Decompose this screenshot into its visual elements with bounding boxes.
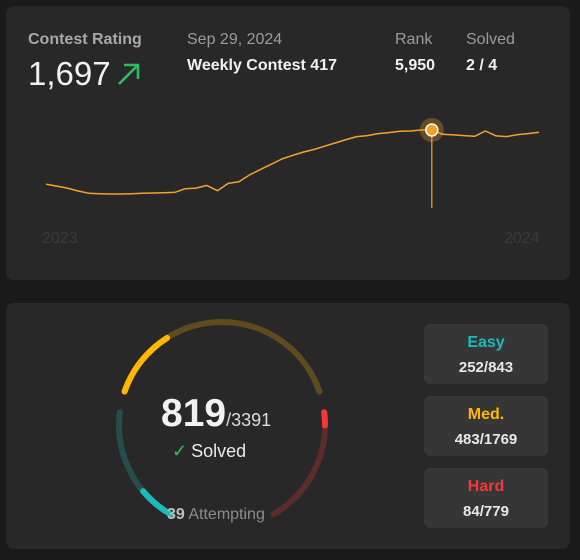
checkmark-icon: ✓ [172,441,188,461]
total-problems: /3391 [226,410,272,430]
solved-status-label: Solved [191,441,247,461]
hard-label: Hard [467,478,505,495]
solved-number: 819 [161,392,227,435]
easy-difficulty-box[interactable]: Easy 252/843 [424,324,548,384]
attempting-number: 39 [167,506,185,523]
medium-progress-arc [121,334,171,395]
medium-difficulty-box[interactable]: Med. 483/1769 [424,396,548,456]
solved-status: ✓ Solved [172,441,246,462]
easy-label: Easy [467,334,505,351]
hard-progress-arc [321,409,329,429]
medium-count: 483/1769 [454,431,518,448]
hard-count: 84/779 [463,503,509,520]
x-tick-label: 2024 [504,230,540,247]
attempting-label: Attempting [188,506,265,523]
medium-label: Med. [467,406,505,423]
rating-line [45,129,540,195]
hard-difficulty-box[interactable]: Hard 84/779 [424,468,548,528]
hard-track-arc [270,409,328,518]
contest-rating-card: Contest Rating 1,697 Sep 29, 2024 Weekly… [6,6,570,280]
hover-point [425,123,439,137]
rating-history-chart[interactable] [6,6,570,280]
solved-count: 819/3391 [161,392,271,436]
easy-count: 252/843 [458,359,514,376]
attempting-count: 39 Attempting [167,506,265,524]
medium-track-arc [121,319,323,395]
solved-progress-card: 819/3391 ✓ Solved 39 Attempting Easy 252/… [6,303,570,549]
x-tick-label: 2023 [42,230,78,247]
